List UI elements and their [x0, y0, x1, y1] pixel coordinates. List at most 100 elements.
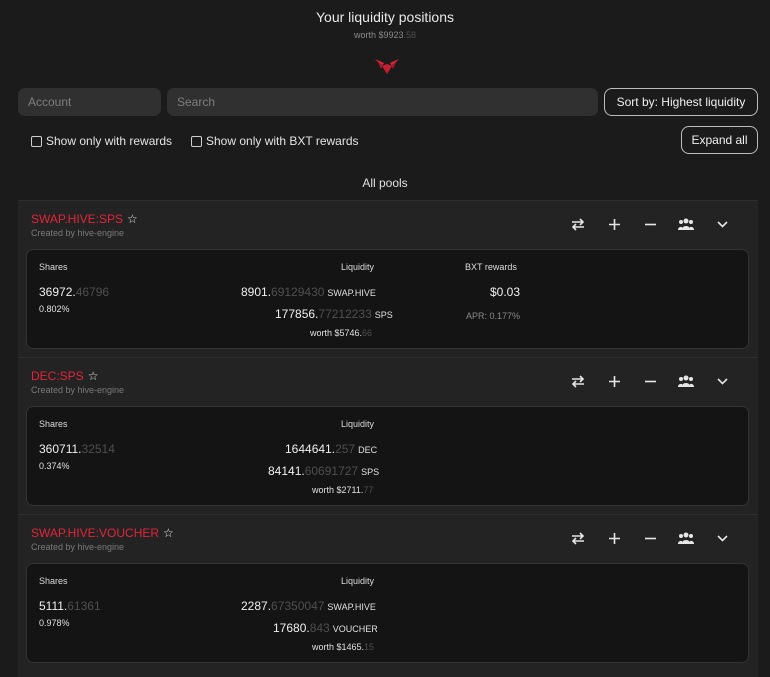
token-symbol: VOUCHER	[332, 624, 378, 634]
shares-percent: 0.978%	[39, 618, 70, 628]
swap-icon[interactable]	[560, 371, 596, 391]
shares-decimals: 61361	[67, 599, 101, 613]
liquidity-worth: worth $2711.77	[312, 485, 373, 495]
users-icon[interactable]	[668, 214, 704, 234]
chevron-down-icon[interactable]	[704, 371, 740, 391]
show-rewards-checkbox[interactable]: Show only with rewards	[31, 134, 172, 148]
shares-percent: 0.802%	[39, 304, 70, 314]
total-worth-int: worth $9923	[353, 30, 404, 40]
liquidity-label: Liquidity	[341, 576, 375, 586]
liquidity-label: Liquidity	[341, 419, 375, 429]
total-worth: worth $9923.58	[0, 30, 770, 40]
token-symbol: DEC	[358, 445, 378, 455]
liquidity-worth: worth $5746.66	[310, 328, 372, 338]
liquidity-worth: worth $1465.15	[312, 642, 374, 652]
checkbox-box[interactable]	[31, 135, 42, 147]
sort-button[interactable]: Sort by: Highest liquidity	[604, 88, 758, 116]
worth-int: worth $1465.	[312, 642, 365, 652]
hive-logo-icon	[375, 59, 399, 74]
liq-int: 17680.	[273, 621, 310, 635]
chevron-down-icon[interactable]	[704, 528, 740, 548]
shares-int: 360711.	[39, 442, 82, 456]
minus-icon[interactable]	[632, 528, 668, 548]
pool-details: Shares Liquidity 5111.61361 0.978% 2287.…	[26, 563, 749, 663]
shares-value: 5111.61361	[39, 599, 101, 613]
plus-icon[interactable]	[596, 371, 632, 391]
liquidity-amount: 84141.60691727 SPS	[268, 464, 379, 478]
pool-details: Shares Liquidity 360711.32514 0.374% 164…	[26, 406, 749, 506]
liquidity-amount: 1644641.257 DEC	[285, 442, 377, 456]
users-icon[interactable]	[668, 371, 704, 391]
liq-decimals: 843	[309, 621, 330, 635]
swap-icon[interactable]	[560, 528, 596, 548]
shares-int: 36972.	[39, 285, 76, 299]
worth-int: worth $5746.	[310, 328, 363, 338]
pool-actions	[560, 214, 740, 234]
liq-decimals: 77212233	[318, 307, 372, 321]
pool-name-text[interactable]: DEC:SPS	[31, 369, 84, 383]
pool-actions	[560, 528, 740, 548]
checkbox-label: Show only with BXT rewards	[206, 134, 359, 148]
pool-name[interactable]: SWAP.HIVE:VOUCHER ☆	[31, 526, 174, 540]
worth-decimals: 15	[364, 642, 375, 652]
page-title: Your liquidity positions	[315, 9, 454, 25]
liq-int: 2287.	[241, 599, 272, 613]
shares-value: 360711.32514	[39, 442, 115, 456]
worth-decimals: 66	[362, 328, 373, 338]
token-symbol: SWAP.HIVE	[327, 288, 376, 298]
swap-icon[interactable]	[560, 214, 596, 234]
shares-label: Shares	[39, 576, 68, 586]
pool-card: SWAP.HIVE:SPS ☆ Created by hive-engine Sh…	[18, 200, 758, 357]
pool-creator: Created by hive-engine	[31, 228, 125, 238]
show-bxt-rewards-checkbox[interactable]: Show only with BXT rewards	[191, 134, 359, 148]
pool-card: SWAP.HIVE:VOUCHER ☆ Created by hive-engin…	[18, 514, 758, 677]
plus-icon[interactable]	[596, 214, 632, 234]
liq-decimals: 257	[335, 442, 356, 456]
worth-int: worth $2711.	[312, 485, 364, 495]
shares-label: Shares	[39, 419, 68, 429]
liq-int: 177856.	[275, 307, 319, 321]
account-input[interactable]	[18, 88, 161, 116]
star-icon[interactable]: ☆	[163, 526, 174, 540]
expand-all-button[interactable]: Expand all	[681, 126, 758, 154]
worth-decimals: 77	[363, 485, 374, 495]
rewards-value: $0.03	[489, 285, 520, 299]
checkbox-box[interactable]	[191, 135, 202, 147]
liquidity-amount: 177856.77212233 SPS	[275, 307, 393, 321]
checkbox-label: Show only with rewards	[46, 134, 173, 148]
token-symbol: SPS	[361, 467, 380, 477]
rewards-label: BXT rewards	[465, 262, 517, 272]
liq-decimals: 60691727	[304, 464, 359, 478]
users-icon[interactable]	[668, 528, 704, 548]
plus-icon[interactable]	[596, 528, 632, 548]
shares-label: Shares	[39, 262, 68, 272]
pool-creator: Created by hive-engine	[31, 542, 125, 552]
star-icon[interactable]: ☆	[88, 369, 99, 383]
liquidity-amount: 17680.843 VOUCHER	[273, 621, 378, 635]
shares-percent: 0.374%	[39, 461, 70, 471]
pool-actions	[560, 371, 740, 391]
token-symbol: SPS	[374, 310, 393, 320]
pool-creator: Created by hive-engine	[31, 385, 125, 395]
chevron-down-icon[interactable]	[704, 214, 740, 234]
minus-icon[interactable]	[632, 214, 668, 234]
shares-decimals: 32514	[81, 442, 115, 456]
token-symbol: SWAP.HIVE	[327, 602, 376, 612]
liq-int: 1644641.	[285, 442, 336, 456]
liq-int: 8901.	[241, 285, 272, 299]
pool-name-text[interactable]: SWAP.HIVE:SPS	[31, 212, 123, 226]
rewards-apr: APR: 0.177%	[465, 311, 520, 321]
search-input[interactable]	[167, 88, 598, 116]
shares-value: 36972.46796	[39, 285, 109, 299]
pool-card: DEC:SPS ☆ Created by hive-engine Shares L…	[18, 357, 758, 514]
minus-icon[interactable]	[632, 371, 668, 391]
liq-int: 84141.	[268, 464, 305, 478]
pool-name-text[interactable]: SWAP.HIVE:VOUCHER	[31, 526, 159, 540]
pool-name[interactable]: SWAP.HIVE:SPS ☆	[31, 212, 138, 226]
all-pools-heading: All pools	[362, 176, 408, 190]
liq-decimals: 67350047	[271, 599, 325, 613]
pool-name[interactable]: DEC:SPS ☆	[31, 369, 98, 383]
liquidity-label: Liquidity	[341, 262, 375, 272]
liquidity-amount: 2287.67350047 SWAP.HIVE	[241, 599, 376, 613]
star-icon[interactable]: ☆	[127, 212, 138, 226]
